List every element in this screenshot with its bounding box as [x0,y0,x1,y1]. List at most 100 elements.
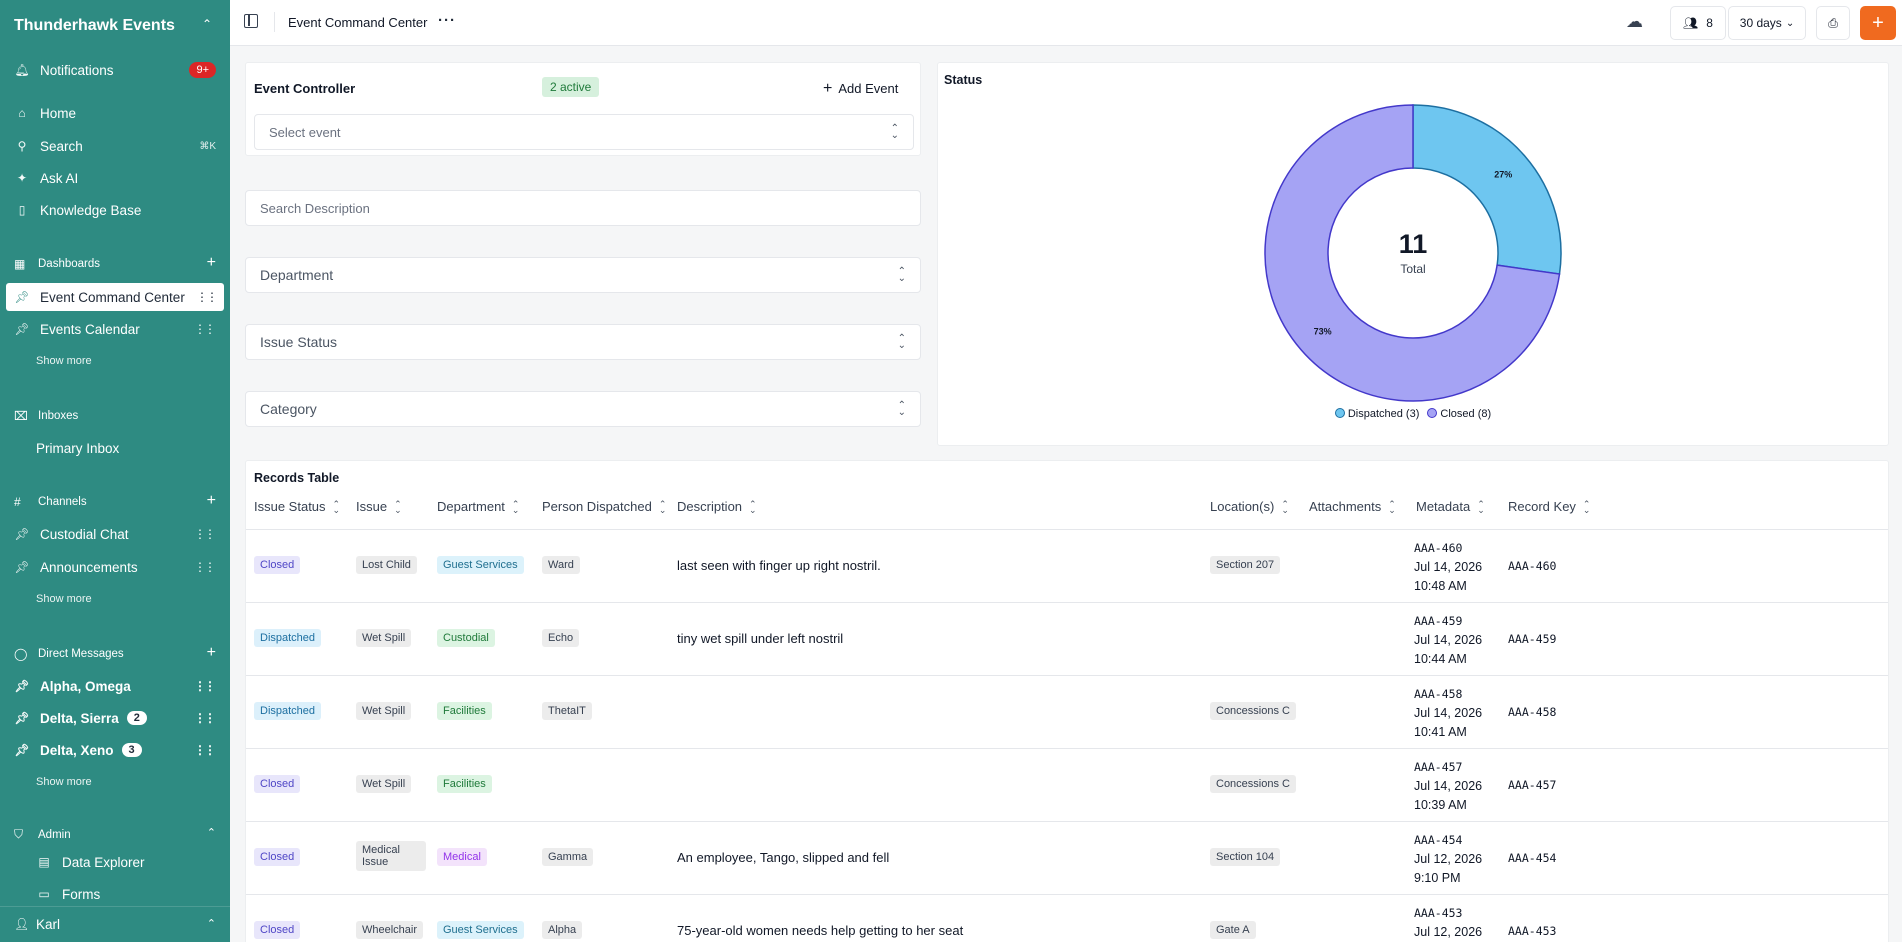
channels-show-more[interactable]: Show more [36,593,92,605]
issue-status-filter[interactable]: Issue Status ⌃ ⌄ [245,324,921,360]
cloud-sync-icon[interactable]: ☁︎ [1626,12,1643,32]
sidebar-item-primary-inbox[interactable]: Primary Inbox [0,434,230,462]
column-header[interactable]: Location(s) ⌃ ⌄ [1210,499,1289,514]
direct-messages-show-more[interactable]: Show more [36,776,92,788]
metadata-date: Jul 14, 2026 [1414,779,1483,793]
issue-badge: Wet Spill [356,775,412,793]
sidebar-item-notifications[interactable]: 🔔︎ Notifications 9+ [0,56,230,84]
drag-handle-icon[interactable]: ⋮⋮ [194,527,216,541]
direct-messages-header[interactable]: ◯ Direct Messages [14,647,124,661]
collapse-admin-icon[interactable]: ⌃ [207,826,216,840]
table-row[interactable]: Dispatched Wet Spill Custodial Echo tiny wet… [246,602,1888,675]
person-badge: Gamma [542,848,594,866]
search-description-input[interactable]: Search Description [245,190,921,226]
add-event-label: Add Event [838,81,899,96]
column-header[interactable]: Description ⌃ ⌄ [677,499,757,514]
sidebar-item-search[interactable]: ⚲ Search ⌘K [0,132,230,160]
column-header[interactable]: Metadata ⌃ ⌄ [1416,499,1485,514]
sidebar-item-event-command-center[interactable]: 📌︎ Event Command Center ⋮⋮ [6,283,224,311]
legend-item-closed[interactable]: Closed (8) [1427,408,1491,420]
sidebar-item-events-calendar[interactable]: 📌︎ Events Calendar ⋮⋮ [0,315,230,343]
user-menu[interactable]: 👤︎ Karl ⌃ [0,906,230,942]
record-key: AAA-457 [1508,778,1557,792]
column-header[interactable]: Issue ⌃ ⌄ [356,499,402,514]
metadata-date: Jul 12, 2026 [1414,925,1483,939]
column-header[interactable]: Department ⌃ ⌄ [437,499,519,514]
toggle-sidebar-icon[interactable] [244,14,258,28]
pin-icon: 📌︎ [14,711,30,725]
inboxes-header[interactable]: ⌧ Inboxes [14,409,78,423]
print-button[interactable]: ⎙ [1816,6,1850,40]
sidebar-item-data-explorer[interactable]: ▤ Data Explorer [0,848,230,876]
metadata-id: AAA-457 [1414,760,1463,774]
table-row[interactable]: Closed Wheelchair Guest Services Alpha 75-ye… [246,894,1888,942]
sidebar: Thunderhawk Events ⌃ 🔔︎ Notifications 9+… [0,0,230,942]
admin-header[interactable]: ⛉ Admin [14,827,71,842]
sort-icon[interactable]: ⌃ ⌄ [1281,499,1289,514]
sidebar-item-forms[interactable]: ▭ Forms [0,880,230,908]
sidebar-item-dm-delta-xeno[interactable]: 📌︎ Delta, Xeno 3 ⋮⋮ [0,736,230,764]
section-label: Dashboards [38,258,101,270]
donut-slice-dispatched[interactable] [1412,104,1562,275]
sidebar-item-knowledge-base[interactable]: ▯ Knowledge Base [0,196,230,224]
sort-icon[interactable]: ⌃ ⌄ [749,499,757,514]
column-header[interactable]: Attachments ⌃ ⌄ [1309,499,1396,514]
date-range-select[interactable]: 30 days ⌄ [1728,6,1806,40]
dashboards-show-more[interactable]: Show more [36,355,92,367]
more-options-icon[interactable]: ··· [438,12,456,29]
sort-icon[interactable]: ⌃ ⌄ [394,499,402,514]
drag-handle-icon[interactable]: ⋮⋮ [194,322,216,336]
workspace-name[interactable]: Thunderhawk Events [14,17,175,35]
dashboards-header[interactable]: ▦ Dashboards [14,257,100,271]
sort-icon[interactable]: ⌃ ⌄ [1583,499,1591,514]
column-header-label: Attachments [1309,499,1382,514]
members-button[interactable]: 👥︎ 8 [1670,6,1726,40]
sidebar-item-custodial-chat[interactable]: 📌︎ Custodial Chat ⋮⋮ [0,520,230,548]
metadata-id: AAA-458 [1414,687,1463,701]
column-header[interactable]: Person Dispatched ⌃ ⌄ [542,499,666,514]
drag-handle-icon[interactable]: ⋮⋮ [194,679,216,693]
donut-total-label: Total [1400,262,1425,276]
sidebar-item-home[interactable]: ⌂ Home [0,99,230,127]
table-row[interactable]: Closed Medical Issue Medical Gamma An employ… [246,821,1888,894]
workspace-switcher-icon[interactable]: ⌃ [202,17,212,31]
sort-icon[interactable]: ⌃ ⌄ [1477,499,1485,514]
status-badge: Closed [254,775,301,793]
column-header[interactable]: Issue Status ⌃ ⌄ [254,499,340,514]
sidebar-item-ask-ai[interactable]: ✦ Ask AI [0,164,230,192]
channels-header[interactable]: # Channels [14,495,87,509]
table-row[interactable]: Closed Lost Child Guest Services Ward last s… [246,529,1888,602]
search-icon: ⚲ [17,139,27,153]
legend-item-dispatched[interactable]: Dispatched (3) [1334,408,1420,420]
add-channel-icon[interactable]: + [207,493,216,509]
column-header[interactable]: Record Key ⌃ ⌄ [1508,499,1590,514]
sort-icon[interactable]: ⌃ ⌄ [333,499,341,514]
add-dashboard-icon[interactable]: + [207,255,216,271]
event-select[interactable]: Select event ⌃ ⌄ [254,114,914,150]
home-icon: ⌂ [18,106,26,120]
sort-icon[interactable]: ⌃ ⌄ [659,499,667,514]
status-chart-title: Status [944,73,983,87]
legend-label: Dispatched (3) [1347,408,1420,420]
legend-swatch [1334,408,1345,418]
drag-handle-icon[interactable]: ⋮⋮ [194,560,216,574]
status-badge: Closed [254,556,301,574]
sort-icon[interactable]: ⌃ ⌄ [1388,499,1396,514]
sidebar-item-dm-alpha-omega[interactable]: 📌︎ Alpha, Omega ⋮⋮ [0,672,230,700]
add-direct-message-icon[interactable]: + [207,645,216,661]
sidebar-item-announcements[interactable]: 📌︎ Announcements ⋮⋮ [0,553,230,581]
category-filter[interactable]: Category ⌃ ⌄ [245,391,921,427]
sidebar-item-dm-delta-sierra[interactable]: 📌︎ Delta, Sierra 2 ⋮⋮ [0,704,230,732]
department-filter[interactable]: Department ⌃ ⌄ [245,257,921,293]
create-button[interactable]: + [1860,6,1896,40]
metadata-date: Jul 14, 2026 [1414,706,1483,720]
plus-icon: + [823,80,833,97]
sort-icon[interactable]: ⌃ ⌄ [512,499,520,514]
table-row[interactable]: Dispatched Wet Spill Facilities ThetaIT Conc… [246,675,1888,748]
table-row[interactable]: Closed Wet Spill Facilities Concessions C AA… [246,748,1888,821]
record-key: AAA-453 [1508,924,1557,938]
add-event-button[interactable]: + Add Event [823,80,898,98]
drag-handle-icon[interactable]: ⋮⋮ [194,743,216,757]
drag-handle-icon[interactable]: ⋮⋮ [196,290,218,304]
drag-handle-icon[interactable]: ⋮⋮ [194,711,216,725]
